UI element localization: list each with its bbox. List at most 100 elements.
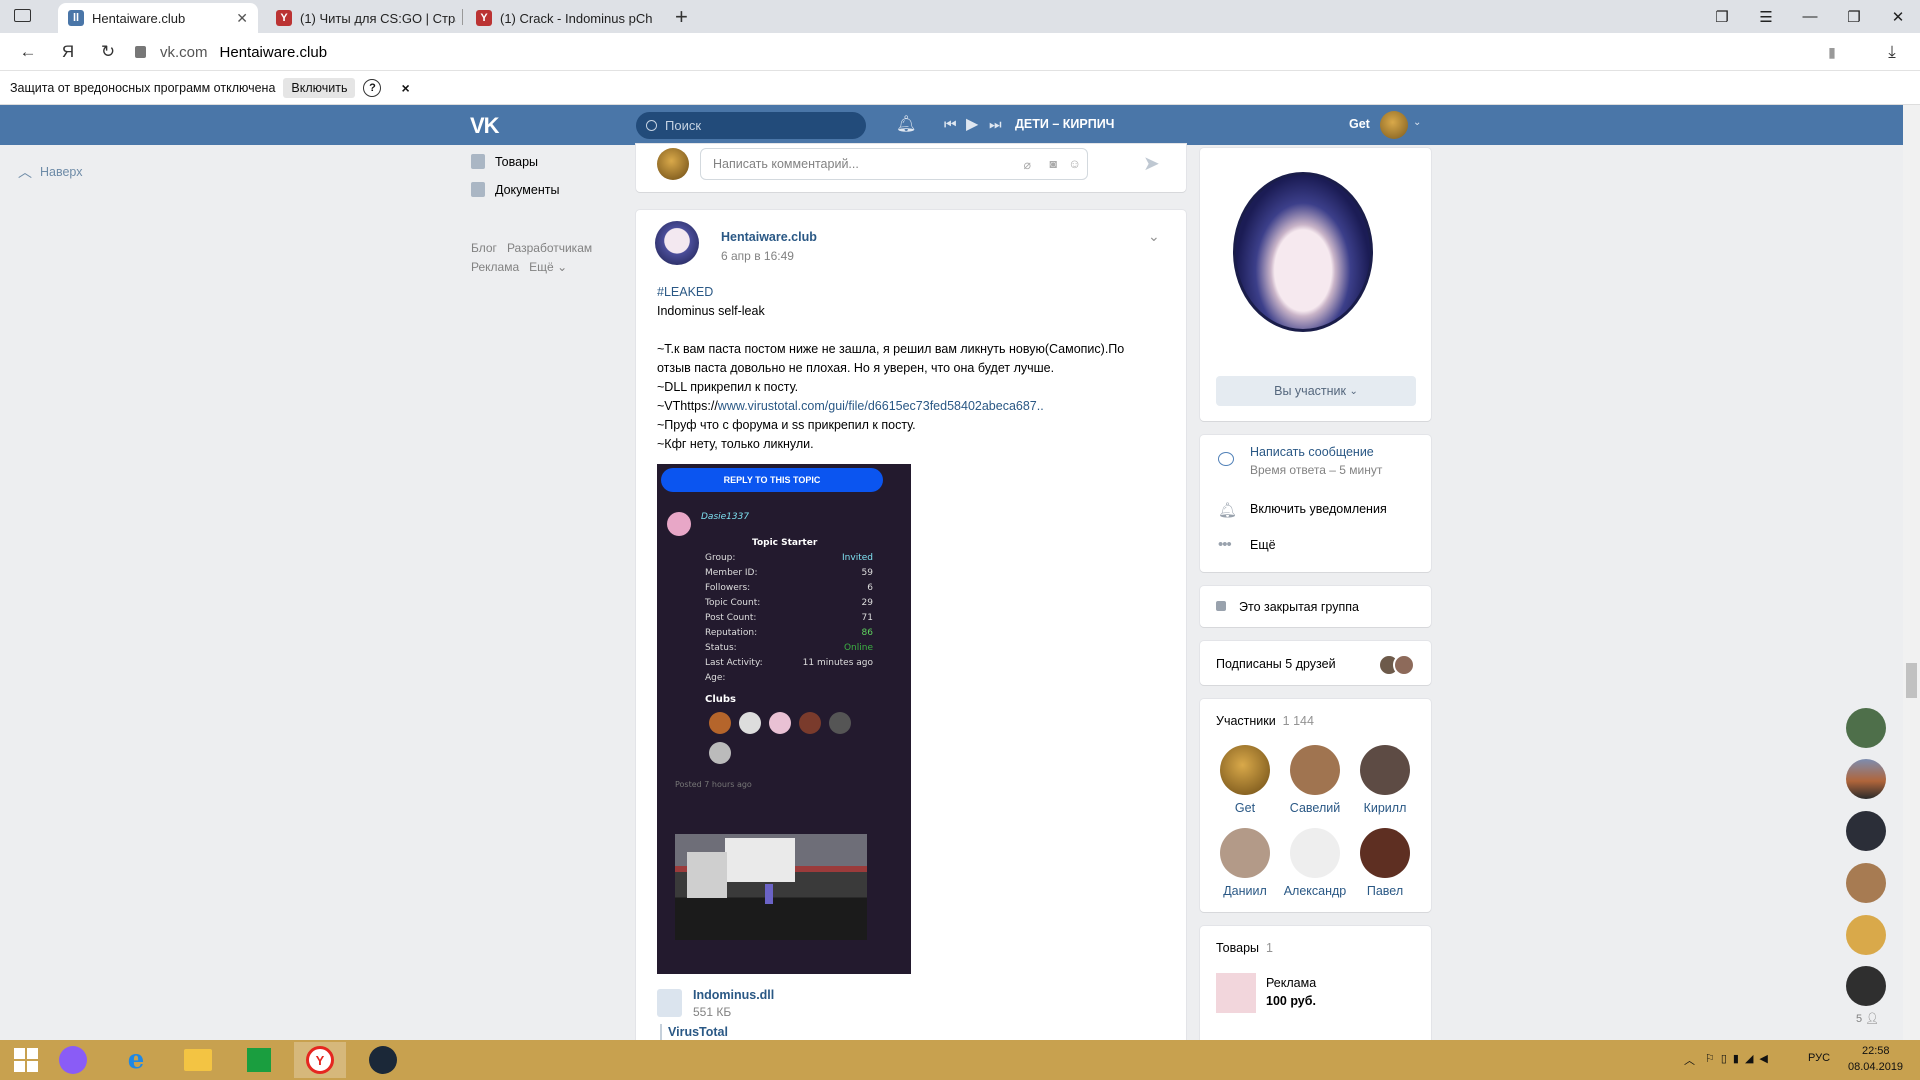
scroll-to-top-link[interactable]: ︿ Наверх: [18, 162, 83, 182]
close-warning-icon[interactable]: ×: [401, 80, 409, 96]
clock-date[interactable]: 08.04.2019: [1848, 1061, 1903, 1073]
tray-icons[interactable]: ⚐▯▮◢◀︎: [1705, 1052, 1774, 1065]
alice-assistant-icon[interactable]: [47, 1042, 99, 1078]
tabs-sidebar-icon[interactable]: [14, 9, 31, 22]
help-icon[interactable]: ?: [363, 78, 382, 97]
members-header[interactable]: Участники 1 144: [1216, 714, 1314, 728]
post-author-name[interactable]: Hentaiware.club: [721, 230, 817, 244]
url-field[interactable]: vk.com Hentaiware.club: [135, 40, 1835, 64]
post-options-chevron-icon[interactable]: ⌄: [1148, 228, 1160, 245]
lock-icon: [135, 46, 146, 58]
chat-avatar[interactable]: [1846, 863, 1886, 903]
member-status-button[interactable]: Вы участник ⌄: [1216, 376, 1416, 406]
chat-avatar[interactable]: [1846, 915, 1886, 955]
restore-icon[interactable]: ❐: [1832, 0, 1876, 33]
member-get[interactable]: Get: [1210, 745, 1280, 815]
camera-icon[interactable]: ◙: [1049, 157, 1057, 171]
post-date[interactable]: 6 апр в 16:49: [721, 249, 794, 263]
clock-time[interactable]: 22:58: [1862, 1045, 1890, 1057]
chat-avatar[interactable]: [1846, 759, 1886, 799]
page-scrollbar[interactable]: [1903, 105, 1920, 1040]
now-playing-title[interactable]: ДЕТИ – КИРПИЧ: [1015, 117, 1114, 131]
yandex-home-icon[interactable]: Я: [56, 40, 80, 64]
chat-avatar[interactable]: [1846, 966, 1886, 1006]
internet-explorer-icon[interactable]: e: [110, 1042, 162, 1078]
group-avatar[interactable]: [1233, 172, 1373, 332]
windows-start-icon[interactable]: [0, 1042, 52, 1078]
footer-link-more[interactable]: Ещё: [529, 260, 554, 274]
play-icon[interactable]: ▶︎: [966, 114, 978, 134]
chat-avatar[interactable]: [1846, 708, 1886, 748]
attachment-filename[interactable]: Indominus.dll: [693, 988, 774, 1002]
close-tab-icon[interactable]: ✕: [228, 10, 248, 27]
goods-item-name[interactable]: Реклама: [1266, 976, 1316, 990]
steam-icon[interactable]: [357, 1042, 409, 1078]
post-author-avatar[interactable]: [655, 221, 699, 265]
write-message-link[interactable]: Написать сообщение: [1250, 445, 1374, 459]
forum-topic-starter: Topic Starter: [752, 538, 818, 548]
chat-avatar[interactable]: [1846, 811, 1886, 851]
forum-proof-screenshot[interactable]: REPLY TO THIS TOPIC Dasie1337 Topic Star…: [657, 464, 911, 974]
yandex-browser-icon[interactable]: Y: [294, 1042, 346, 1078]
bell-icon: 🔔︎: [1218, 502, 1238, 519]
enable-notifications-link[interactable]: Включить уведомления: [1250, 502, 1387, 516]
lock-icon: [1216, 601, 1226, 611]
footer-link-blog[interactable]: Блог: [471, 241, 497, 255]
comment-avatar: [657, 148, 689, 180]
input-language[interactable]: РУС: [1808, 1052, 1830, 1064]
footer-link-developers[interactable]: Разработчикам: [507, 241, 592, 255]
send-icon[interactable]: ➤: [1143, 151, 1160, 176]
next-track-icon[interactable]: ⏭︎: [989, 116, 1002, 133]
closed-group-text: Это закрытая группа: [1239, 600, 1359, 614]
tab-csgo-cheats[interactable]: Y (1) Читы для CS:GO | Стра: [266, 3, 456, 33]
more-actions-link[interactable]: Ещё: [1250, 538, 1276, 552]
friend-avatar: [1393, 654, 1415, 676]
comment-input[interactable]: Написать комментарий... ⌀ ◙ ☺: [700, 148, 1088, 180]
search-input[interactable]: Поиск: [636, 112, 866, 139]
menu-item-goods[interactable]: Товары: [471, 154, 538, 169]
tab-indominus-crack[interactable]: Y (1) Crack - Indominus pCh: [466, 3, 656, 33]
post-text-line-5: ~Пруф что с форума и ss прикрепил к пост…: [657, 418, 916, 432]
scrollbar-thumb[interactable]: [1906, 663, 1917, 698]
header-user-name[interactable]: Get: [1349, 117, 1370, 131]
notifications-bell-icon[interactable]: 🔔︎: [896, 114, 916, 134]
member-daniil[interactable]: Даниил: [1210, 828, 1280, 898]
goods-item-thumbnail[interactable]: [1216, 973, 1256, 1013]
tab-hentaiware[interactable]: ll Hentaiware.club ✕: [58, 3, 258, 33]
file-explorer-icon[interactable]: [172, 1042, 224, 1078]
member-aleksandr[interactable]: Александр: [1280, 828, 1350, 898]
header-avatar[interactable]: [1380, 111, 1408, 139]
emoji-icon[interactable]: ☺: [1068, 157, 1081, 171]
document-icon: [471, 182, 485, 197]
footer-links-row2: Реклама Ещё ⌄: [471, 260, 567, 274]
member-pavel[interactable]: Павел: [1350, 828, 1420, 898]
message-bubble-icon: [1218, 452, 1234, 466]
footer-link-ads[interactable]: Реклама: [471, 260, 519, 274]
virustotal-link[interactable]: www.virustotal.com/gui/file/d6615ec73fed…: [718, 399, 1044, 413]
close-window-icon[interactable]: ✕: [1876, 0, 1920, 33]
vk-logo[interactable]: VK: [470, 113, 500, 139]
reload-icon[interactable]: ↻: [96, 40, 120, 64]
menu-item-documents[interactable]: Документы: [471, 182, 559, 197]
member-kirill[interactable]: Кирилл: [1350, 745, 1420, 815]
new-tab-icon[interactable]: +: [675, 4, 688, 30]
goods-header[interactable]: Товары 1: [1216, 941, 1273, 955]
previous-track-icon[interactable]: ⏮︎: [944, 116, 957, 133]
store-icon[interactable]: [233, 1042, 285, 1078]
virustotal-card-title[interactable]: VirusTotal: [668, 1025, 728, 1039]
menu-icon[interactable]: ☰: [1744, 0, 1788, 33]
search-icon: [646, 120, 657, 131]
downloads-icon[interactable]: ⤓: [1880, 40, 1904, 64]
minimize-icon[interactable]: —: [1788, 0, 1832, 33]
chevron-down-icon[interactable]: ⌄: [1413, 117, 1421, 128]
bookmarks-icon[interactable]: ❐: [1700, 0, 1744, 33]
enable-protection-button[interactable]: Включить: [283, 77, 356, 98]
online-friends-count[interactable]: 5 👤︎: [1856, 1012, 1879, 1025]
tray-chevron-icon[interactable]: ︿: [1684, 1052, 1695, 1068]
post-hashtag[interactable]: #LEAKED: [657, 283, 713, 302]
member-saveliy[interactable]: Савелий: [1280, 745, 1350, 815]
attach-icon[interactable]: ⌀: [1023, 157, 1031, 172]
forum-username: Dasie1337: [701, 512, 750, 522]
bookmark-page-icon[interactable]: ▮: [1820, 40, 1844, 64]
back-icon[interactable]: ←: [16, 40, 40, 64]
